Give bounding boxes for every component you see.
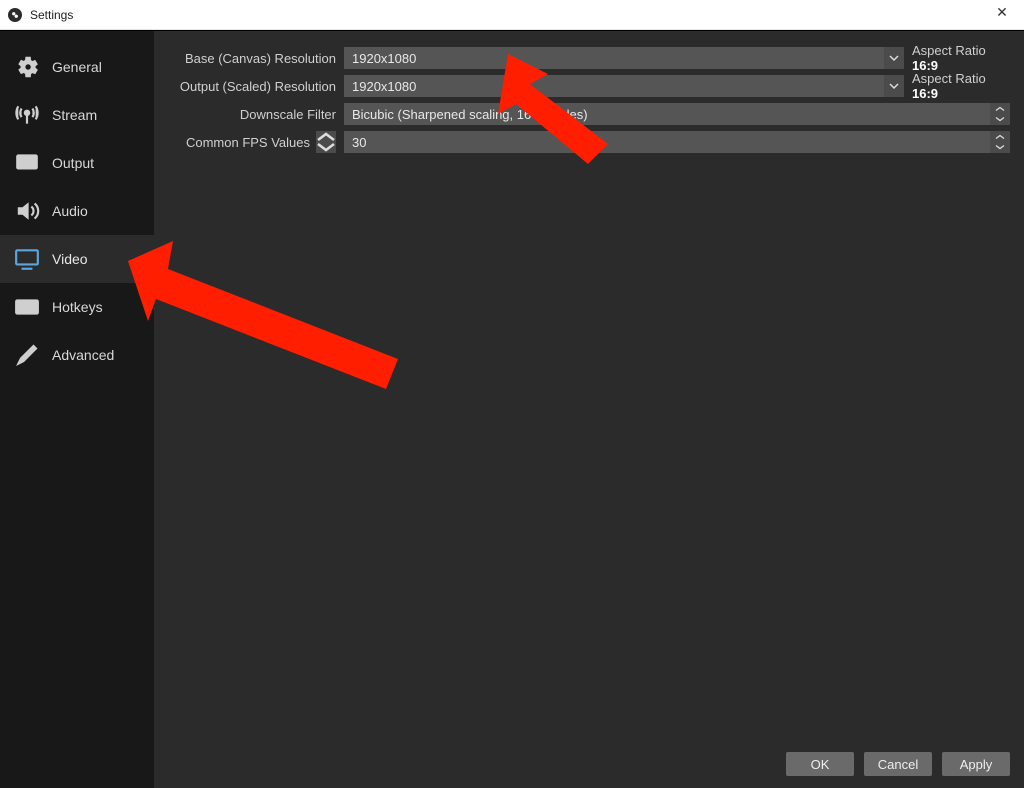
- output-resolution-label: Output (Scaled) Resolution: [168, 79, 344, 94]
- fps-label: Common FPS Values: [186, 135, 310, 150]
- gear-icon: [14, 54, 40, 80]
- sidebar: General Stream Output Audio: [0, 31, 154, 788]
- sidebar-item-label: Output: [52, 155, 94, 171]
- sidebar-item-label: Advanced: [52, 347, 114, 363]
- base-resolution-value: 1920x1080: [352, 51, 416, 66]
- fps-value: 30: [352, 135, 366, 150]
- titlebar: Settings ✕: [0, 0, 1024, 30]
- tools-icon: [14, 342, 40, 368]
- sidebar-item-advanced[interactable]: Advanced: [0, 331, 154, 379]
- fps-value-select[interactable]: 30: [344, 131, 1010, 153]
- ok-button[interactable]: OK: [786, 752, 854, 776]
- dialog-buttons: OK Cancel Apply: [786, 752, 1010, 776]
- fps-mode-stepper[interactable]: [316, 131, 336, 153]
- chevron-down-icon[interactable]: [884, 75, 904, 97]
- sidebar-item-label: Hotkeys: [52, 299, 103, 315]
- stepper-icon[interactable]: [990, 131, 1010, 153]
- app-icon: [8, 8, 22, 22]
- output-aspect-ratio: Aspect Ratio 16:9: [904, 71, 1010, 101]
- window-title: Settings: [30, 8, 73, 22]
- base-resolution-label: Base (Canvas) Resolution: [168, 51, 344, 66]
- base-aspect-ratio: Aspect Ratio 16:9: [904, 43, 1010, 73]
- sidebar-item-label: Video: [52, 251, 88, 267]
- monitor-icon: [14, 246, 40, 272]
- sidebar-item-audio[interactable]: Audio: [0, 187, 154, 235]
- sidebar-item-output[interactable]: Output: [0, 139, 154, 187]
- sidebar-item-label: Audio: [52, 203, 88, 219]
- downscale-filter-value: Bicubic (Sharpened scaling, 16 samples): [352, 107, 588, 122]
- close-button[interactable]: ✕: [990, 4, 1014, 21]
- annotation-arrow: [118, 241, 418, 401]
- output-icon: [14, 150, 40, 176]
- keyboard-icon: [14, 294, 40, 320]
- stepper-icon[interactable]: [990, 103, 1010, 125]
- sidebar-item-general[interactable]: General: [0, 43, 154, 91]
- cancel-button[interactable]: Cancel: [864, 752, 932, 776]
- settings-panel-video: Base (Canvas) Resolution 1920x1080 Aspec…: [154, 31, 1024, 788]
- base-resolution-combo[interactable]: 1920x1080: [344, 47, 904, 69]
- sidebar-item-hotkeys[interactable]: Hotkeys: [0, 283, 154, 331]
- sidebar-item-label: Stream: [52, 107, 97, 123]
- apply-button[interactable]: Apply: [942, 752, 1010, 776]
- broadcast-icon: [14, 102, 40, 128]
- chevron-down-icon[interactable]: [884, 47, 904, 69]
- sidebar-item-video[interactable]: Video: [0, 235, 154, 283]
- sidebar-item-stream[interactable]: Stream: [0, 91, 154, 139]
- speaker-icon: [14, 198, 40, 224]
- downscale-filter-label: Downscale Filter: [168, 107, 344, 122]
- output-resolution-combo[interactable]: 1920x1080: [344, 75, 904, 97]
- downscale-filter-select[interactable]: Bicubic (Sharpened scaling, 16 samples): [344, 103, 1010, 125]
- output-resolution-value: 1920x1080: [352, 79, 416, 94]
- sidebar-item-label: General: [52, 59, 102, 75]
